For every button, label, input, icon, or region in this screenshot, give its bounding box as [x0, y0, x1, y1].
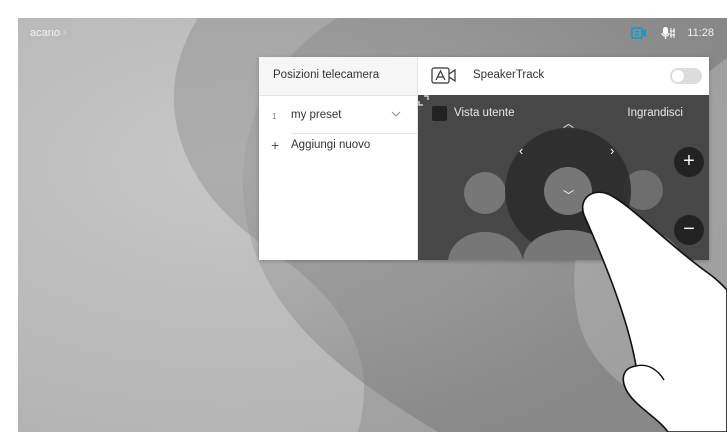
pointing-hand-illustration	[581, 191, 727, 432]
touch-screen: acano › 11:28 Posizioni telecamera 1 my p…	[18, 18, 727, 432]
